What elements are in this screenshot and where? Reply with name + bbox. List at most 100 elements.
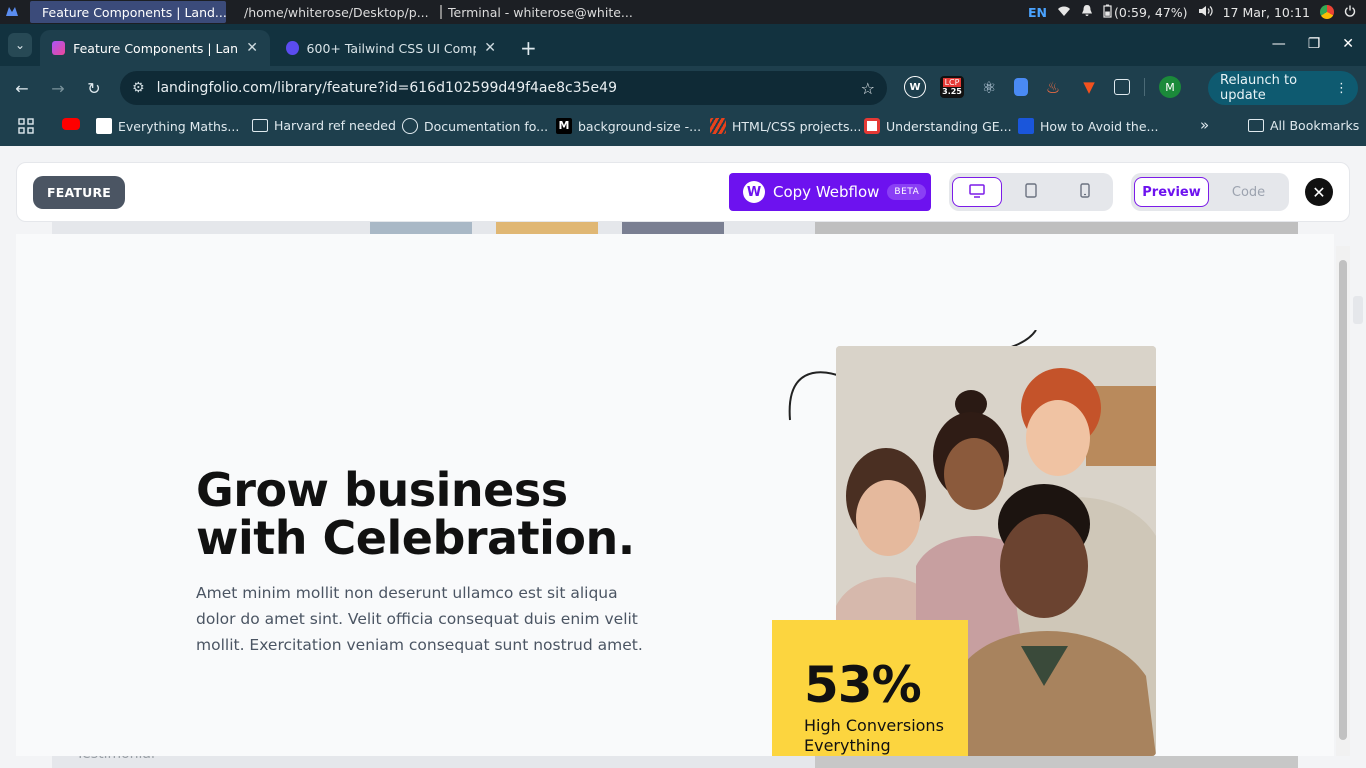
preview-code-toggle: Preview Code <box>1131 173 1289 211</box>
app-launcher-icon[interactable] <box>0 0 24 24</box>
background-thumbnail <box>370 222 472 234</box>
lcp-label: LCP <box>942 78 962 87</box>
bookmark-label: Understanding GE... <box>886 118 1012 134</box>
stat-value: 53% <box>804 656 922 714</box>
beta-badge: BETA <box>887 184 927 200</box>
react-devtools-icon[interactable]: ⚛ <box>978 76 1000 98</box>
mobile-view-button[interactable] <box>1060 177 1110 207</box>
lcp-value: 3.25 <box>942 87 962 96</box>
headline-line-2: with Celebration. <box>196 511 635 565</box>
tab-title: Feature Components | Landi <box>73 40 239 56</box>
close-preview-button[interactable]: ✕ <box>1305 178 1333 206</box>
copy-webflow-button[interactable]: W Copy Webflow BETA <box>729 173 931 211</box>
bookmark-item[interactable]: Documentation fo... <box>402 118 548 134</box>
page-scrollbar-thumb[interactable] <box>1353 296 1363 324</box>
component-preview: Grow business with Celebration. Amet min… <box>16 234 1334 756</box>
hero-headline: Grow business with Celebration. <box>196 466 716 562</box>
lcp-extension-icon[interactable]: LCP 3.25 <box>940 76 964 98</box>
monitor-icon <box>969 183 985 202</box>
address-bar[interactable]: ⚙ landingfolio.com/library/feature?id=61… <box>120 71 887 105</box>
preview-scrollbar[interactable] <box>1336 246 1350 756</box>
wappalyzer-extension-icon[interactable]: W <box>904 76 926 98</box>
chevron-down-icon: ⌄ <box>14 38 26 52</box>
bookmark-item[interactable]: Understanding GE... <box>864 118 1012 134</box>
relaunch-button[interactable]: Relaunch to update ⋮ <box>1208 71 1358 105</box>
extensions-puzzle-icon[interactable] <box>1114 79 1130 95</box>
bookmark-label: HTML/CSS projects... <box>732 118 862 134</box>
folder-icon <box>1248 119 1264 132</box>
docs-extension-icon[interactable] <box>1014 78 1028 96</box>
bookmark-folder[interactable]: Harvard ref needed <box>252 118 396 133</box>
reload-icon[interactable]: ↻ <box>76 79 112 98</box>
wifi-icon[interactable] <box>1057 5 1071 20</box>
back-arrow-icon[interactable]: ← <box>4 79 40 98</box>
taskbar-task-label: Feature Components | Land... <box>42 4 226 20</box>
code-tab[interactable]: Code <box>1211 177 1286 207</box>
tab-close-icon[interactable]: ✕ <box>484 40 496 56</box>
more-vert-icon[interactable]: ⋮ <box>1335 81 1348 96</box>
taskbar-task-chrome[interactable]: Feature Components | Land... <box>30 1 226 23</box>
taskbar-task-label: Terminal - whiterose@white... <box>448 4 633 20</box>
close-window-icon[interactable]: ✕ <box>1342 36 1354 52</box>
bookmark-site-icon <box>1018 118 1034 134</box>
tab-search-button[interactable]: ⌄ <box>8 33 32 57</box>
bookmark-label: Everything Maths... <box>118 118 240 134</box>
bookmark-item[interactable]: M background-size -... <box>556 118 701 134</box>
minimize-icon[interactable]: — <box>1272 36 1286 52</box>
stat-label: High Conversions Everything <box>804 716 944 755</box>
headline-line-1: Grow business <box>196 463 568 517</box>
url-text[interactable]: landingfolio.com/library/feature?id=616d… <box>157 80 617 96</box>
tablet-view-button[interactable] <box>1006 177 1056 207</box>
site-icon <box>864 118 880 134</box>
hero-description: Amet minim mollit non deserunt ullamco e… <box>196 584 643 654</box>
all-bookmarks-button[interactable]: All Bookmarks <box>1248 118 1359 133</box>
background-thumbnail <box>815 222 1298 234</box>
youtube-bookmark[interactable] <box>62 118 80 130</box>
battery-icon[interactable] <box>1103 4 1112 21</box>
battery-status: (0:59, 47%) <box>1114 4 1188 20</box>
bookmarks-bar: Everything Maths... Harvard ref needed D… <box>0 110 1366 146</box>
maximize-icon[interactable]: ❐ <box>1308 36 1321 52</box>
bookmark-item[interactable]: Everything Maths... <box>96 118 239 134</box>
feature-preview-toolbar: FEATURE W Copy Webflow BETA Preview Code… <box>16 162 1350 222</box>
taskbar-task-files[interactable]: /home/whiterose/Desktop/p... <box>232 1 428 23</box>
power-icon[interactable] <box>1344 5 1356 20</box>
all-bookmarks-label: All Bookmarks <box>1270 118 1360 133</box>
bookmark-label: Harvard ref needed <box>274 118 396 133</box>
extensions-row: W LCP 3.25 ⚛ ♨ ▼ M <box>904 76 1181 98</box>
codepen-stripes-icon <box>710 118 726 134</box>
background-thumbnail <box>496 222 598 234</box>
desktop-view-button[interactable] <box>952 177 1002 207</box>
new-tab-button[interactable]: + <box>520 36 537 60</box>
bookmark-item[interactable]: HTML/CSS projects... <box>710 118 861 134</box>
keyboard-layout[interactable]: EN <box>1028 5 1047 20</box>
preview-tab[interactable]: Preview <box>1134 177 1210 207</box>
forward-arrow-icon[interactable]: → <box>40 79 76 98</box>
bookmark-item[interactable]: How to Avoid the... <box>1018 118 1158 134</box>
fox-extension-icon[interactable]: ▼ <box>1078 76 1100 98</box>
bookmarks-overflow-button[interactable]: » <box>1200 116 1209 134</box>
chrome-tray-icon[interactable] <box>1320 5 1334 19</box>
fire-extension-icon[interactable]: ♨ <box>1042 76 1064 98</box>
profile-avatar[interactable]: M <box>1159 76 1181 98</box>
bookmark-star-icon[interactable]: ☆ <box>861 79 875 98</box>
phone-icon <box>1080 182 1090 202</box>
tab-close-icon[interactable]: ✕ <box>246 40 258 56</box>
scrollbar-thumb[interactable] <box>1339 260 1347 740</box>
tab-tailwind-components[interactable]: 600+ Tailwind CSS UI Compon ✕ <box>274 30 508 66</box>
youtube-icon <box>62 118 80 130</box>
copy-webflow-label: Copy Webflow <box>773 183 880 201</box>
web-page: Testimonial FEATURE W Copy Webflow BETA <box>0 146 1366 768</box>
bookmark-label: background-size -... <box>578 118 702 134</box>
notification-bell-icon[interactable] <box>1081 4 1093 20</box>
landingfolio-favicon-icon <box>52 41 66 55</box>
tab-feature-components[interactable]: Feature Components | Landi ✕ <box>40 30 270 66</box>
clock[interactable]: 17 Mar, 10:11 <box>1223 5 1310 20</box>
apps-grid-icon[interactable] <box>18 118 34 134</box>
site-info-icon[interactable]: ⚙ <box>132 80 145 96</box>
bookmark-label: How to Avoid the... <box>1040 118 1159 134</box>
globe-icon <box>402 118 418 134</box>
taskbar-task-terminal[interactable]: Terminal - whiterose@white... <box>434 1 634 23</box>
volume-icon[interactable] <box>1198 5 1213 20</box>
taskbar-task-label: /home/whiterose/Desktop/p... <box>244 4 428 20</box>
